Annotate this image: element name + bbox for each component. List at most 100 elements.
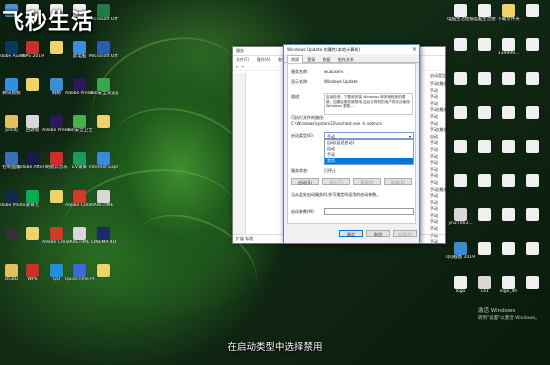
desktop-icon[interactable]: Adobe Premie... xyxy=(65,78,94,99)
desktop-icon[interactable] xyxy=(524,276,541,297)
ok-button[interactable]: 确定 xyxy=(339,230,363,237)
start-params-input[interactable] xyxy=(324,208,414,215)
desktop-icon[interactable]: 此电脑 xyxy=(71,41,88,62)
desktop-icon[interactable]: WPS 2019 xyxy=(21,41,44,62)
desktop-icon[interactable]: 141 xyxy=(476,276,493,297)
desktop-icon[interactable] xyxy=(48,190,65,211)
service-row-startup-type[interactable]: 手动 xyxy=(430,200,457,207)
desktop-icon[interactable] xyxy=(524,4,541,25)
service-row-startup-type[interactable]: 手动 xyxy=(430,173,457,180)
desktop-icon[interactable]: CINEMA 4D xyxy=(91,227,116,248)
desktop-icon[interactable]: Adobe After Effects CC xyxy=(18,152,47,173)
desktop-icon[interactable] xyxy=(48,41,65,62)
desktop-icon[interactable]: Microsoft Office Exc... xyxy=(89,4,118,25)
service-row-startup-type[interactable]: 手动 xyxy=(430,206,457,213)
desktop-icon[interactable] xyxy=(524,140,541,161)
menu-item-action[interactable]: 操作(A) xyxy=(257,57,271,62)
desktop-icon[interactable] xyxy=(452,38,469,59)
service-row-startup-type[interactable]: 手动(触发... xyxy=(430,187,457,194)
column-header-startup-type[interactable]: 启动类型 xyxy=(430,73,457,79)
service-row-startup-type[interactable]: 手动(触发... xyxy=(430,127,457,134)
desktop-icon[interactable] xyxy=(500,72,517,93)
service-row-startup-type[interactable]: 自动 xyxy=(430,134,457,141)
desktop-icon[interactable] xyxy=(95,115,112,136)
desktop-icon[interactable]: Adobe Creati... xyxy=(42,227,71,248)
desktop-icon[interactable]: WPS xyxy=(24,264,41,285)
description-box[interactable]: 启用检测、下载和安装 Windows 和其他程序的更新。如果此服务被禁用,这台计… xyxy=(324,93,413,115)
service-row-startup-type[interactable]: 手动 xyxy=(430,88,457,95)
tab-dependencies[interactable]: 依存关系 xyxy=(335,56,357,63)
service-row-startup-type[interactable]: 手动 xyxy=(430,167,457,174)
service-row-startup-type[interactable]: 手动 xyxy=(430,94,457,101)
desktop-icon[interactable] xyxy=(476,174,493,195)
desktop-icon[interactable]: Internet Explorer xyxy=(89,152,118,173)
desktop-icon[interactable]: 网易云音乐 xyxy=(45,152,68,173)
menu-item-file[interactable]: 文件(F) xyxy=(236,57,249,62)
desktop-icon[interactable] xyxy=(500,140,517,161)
tab-general[interactable]: 常规 xyxy=(287,55,303,63)
service-row-startup-type[interactable]: 手动(触发... xyxy=(430,81,457,88)
desktop-icon[interactable]: 网络 xyxy=(48,78,65,99)
start-button[interactable]: 启动(S) xyxy=(291,178,319,185)
desktop-icon[interactable]: Adobe Creati... xyxy=(65,190,94,211)
desktop-icon[interactable] xyxy=(476,140,493,161)
desktop-icon[interactable]: ARCTIME xyxy=(70,227,89,248)
desktop-icon[interactable]: QQ xyxy=(48,264,65,285)
desktop-icon[interactable]: 爱奇艺 xyxy=(24,190,41,211)
desktop-icon[interactable] xyxy=(476,72,493,93)
desktop-icon[interactable]: ARCTIME xyxy=(94,190,113,211)
desktop-icon[interactable] xyxy=(524,242,541,263)
service-row-startup-type[interactable]: 手动 xyxy=(430,114,457,121)
startup-option[interactable]: 禁用 xyxy=(325,158,413,164)
desktop-icon[interactable] xyxy=(500,106,517,127)
cancel-button[interactable]: 取消 xyxy=(366,230,390,237)
desktop-icon[interactable]: logo_dh xyxy=(500,276,517,297)
desktop-icon[interactable] xyxy=(500,242,517,263)
resume-button[interactable]: 恢复(R) xyxy=(384,178,412,185)
desktop-icon[interactable] xyxy=(476,242,493,263)
desktop-icon[interactable] xyxy=(524,174,541,195)
desktop-icon[interactable] xyxy=(524,208,541,229)
close-icon[interactable]: × xyxy=(412,45,417,54)
desktop-icon[interactable] xyxy=(476,38,493,59)
desktop-icon[interactable]: 下载文件夹 xyxy=(497,4,520,25)
service-row-startup-type[interactable]: 手动(触发... xyxy=(430,246,457,253)
desktop-icon[interactable] xyxy=(3,227,20,248)
desktop-icon[interactable]: Adobe Premie... xyxy=(42,115,71,136)
desktop-icon[interactable] xyxy=(476,208,493,229)
desktop-icon[interactable]: 360安全卫士 xyxy=(66,115,93,136)
desktop-icon[interactable]: 腾讯视频 xyxy=(3,78,21,99)
desktop-icon[interactable]: QuickTime Player xyxy=(65,264,94,285)
service-row-startup-type[interactable]: 手动 xyxy=(430,140,457,147)
desktop-icon[interactable] xyxy=(24,78,41,99)
service-row-startup-type[interactable]: 手动 xyxy=(430,213,457,220)
desktop-icon[interactable]: EV录屏 xyxy=(71,152,88,173)
service-row-startup-type[interactable]: 手动 xyxy=(430,121,457,128)
tab-recovery[interactable]: 恢复 xyxy=(320,56,334,63)
service-row-startup-type[interactable]: 手动 xyxy=(430,226,457,233)
desktop-icon[interactable]: 电脑生活壁 xyxy=(473,4,496,25)
desktop-icon[interactable]: 回收站 xyxy=(24,115,41,136)
startup-type-select[interactable]: 手动 ▾ xyxy=(324,132,414,139)
desktop-icon[interactable] xyxy=(95,264,112,285)
desktop-icon[interactable]: 电脑生活壁纸 xyxy=(447,4,474,25)
desktop-icon[interactable] xyxy=(24,227,41,248)
desktop-icon[interactable] xyxy=(524,38,541,59)
desktop-icon[interactable] xyxy=(476,106,493,127)
service-row-startup-type[interactable]: 手动 xyxy=(430,154,457,161)
service-row-startup-type[interactable]: 手动 xyxy=(430,180,457,187)
desktop-icon[interactable] xyxy=(500,174,517,195)
service-row-startup-type[interactable]: 手动 xyxy=(430,193,457,200)
desktop-icon[interactable] xyxy=(524,72,541,93)
service-row-startup-type[interactable]: 手动 xyxy=(430,147,457,154)
pause-button[interactable]: 暂停(P) xyxy=(353,178,381,185)
apply-button[interactable]: 应用(A) xyxy=(393,230,417,237)
desktop-icon[interactable]: Microsoft Office Wor... xyxy=(89,41,118,62)
desktop-icon[interactable] xyxy=(500,208,517,229)
desktop-icon[interactable]: 360安全浏览器 xyxy=(89,78,118,99)
service-row-startup-type[interactable]: 手动(触发... xyxy=(430,107,457,114)
desktop-icon[interactable] xyxy=(524,106,541,127)
service-row-startup-type[interactable]: 手动 xyxy=(430,101,457,108)
tab-logon[interactable]: 登录 xyxy=(304,56,318,63)
stop-button[interactable]: 停止(T) xyxy=(322,178,350,185)
